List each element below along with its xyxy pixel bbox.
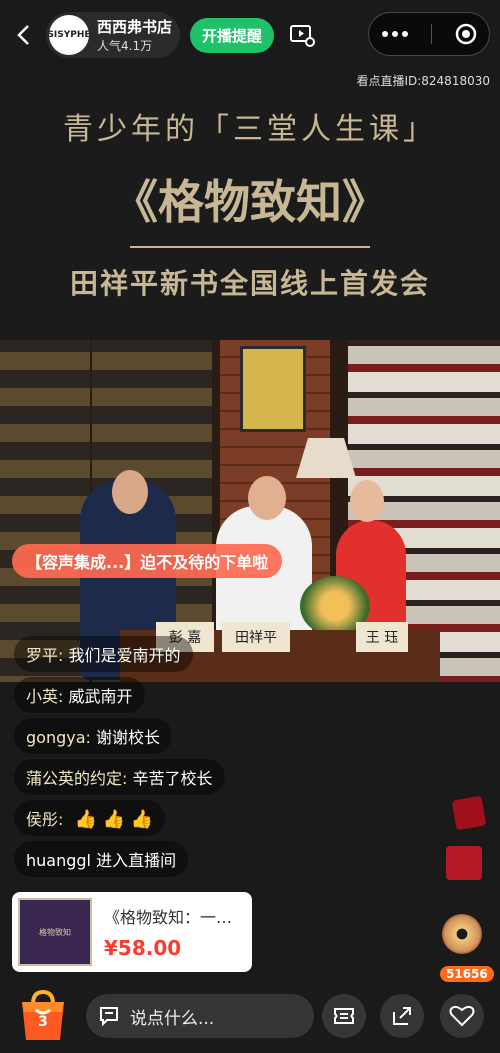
back-arrow-icon	[17, 25, 29, 45]
capsule-divider	[431, 24, 433, 44]
comment-author: 罗平:	[26, 646, 64, 665]
gift-card-icon[interactable]	[446, 846, 482, 880]
share-button[interactable]	[380, 994, 424, 1038]
comment-text: 进入直播间	[96, 851, 177, 870]
live-video[interactable]: 彭 嘉 田祥平 王 珏	[0, 340, 500, 682]
comment-item: gongya: 谢谢校长	[14, 718, 173, 754]
comment-item: 蒲公英的约定: 辛苦了校长	[14, 759, 225, 795]
share-icon	[393, 1007, 411, 1025]
product-cover: 格物致知	[18, 898, 92, 966]
painting	[240, 346, 306, 432]
notify-button[interactable]: 开播提醒	[190, 17, 275, 53]
comment-list: 罗平: 我们是爱南开的 小英: 威武南开 gongya: 谢谢校长 蒲公英的约定…	[14, 636, 314, 882]
mini-program-capsule	[368, 12, 490, 56]
product-card[interactable]: 格物致知 《格物致知：一… ¥58.00	[12, 892, 252, 972]
person-left-head	[112, 470, 148, 514]
comment-text: 辛苦了校长	[132, 769, 213, 788]
product-title: 《格物致知：一…	[104, 908, 233, 927]
banner-line-1: 青少年的「三堂人生课」	[63, 112, 437, 147]
video-list-button[interactable]	[288, 21, 316, 49]
host-card[interactable]: SISYPHE 西西弗书店 人气4.1万	[46, 12, 181, 58]
join-notice: huanggl 进入直播间	[14, 841, 189, 877]
more-icon[interactable]	[380, 29, 410, 39]
person-center-head	[248, 476, 286, 520]
bottom-bar: 3 说点什么...	[0, 986, 500, 1053]
product-info: 《格物致知：一… ¥58.00	[104, 904, 232, 960]
chat-icon	[100, 1007, 118, 1027]
comment-author: gongya:	[26, 728, 91, 747]
product-price: ¥58.00	[104, 936, 182, 960]
nameplate-right: 王 珏	[356, 622, 408, 652]
purchase-promo[interactable]: 【容声集成...】迫不及待的下单啦	[12, 544, 283, 578]
like-button[interactable]	[440, 994, 484, 1038]
host-popularity: 人气4.1万	[97, 39, 153, 53]
host-name: 西西弗书店	[97, 18, 173, 36]
comment-author: 小英:	[26, 687, 64, 706]
comment-input[interactable]: 说点什么...	[86, 994, 314, 1038]
coupon-icon	[334, 1008, 354, 1024]
comment-item: 罗平: 我们是爱南开的	[14, 636, 193, 672]
comment-placeholder: 说点什么...	[130, 1008, 215, 1029]
comment-text: 威武南开	[68, 687, 133, 706]
banner-divider	[130, 246, 370, 248]
host-info: 西西弗书店 人气4.1万	[97, 16, 172, 54]
person-right-head	[350, 480, 384, 522]
comment-author: 侯彤:	[26, 810, 64, 829]
comment-author: huanggl	[26, 851, 91, 870]
cart-count: 3	[38, 1014, 48, 1030]
video-icon	[290, 25, 316, 47]
comment-author: 蒲公英的约定:	[26, 769, 128, 788]
banner-book-title: 《格物致知》	[112, 175, 388, 229]
thumbs-up-icon: 👍 👍 👍	[74, 809, 154, 830]
donut-like-icon[interactable]	[442, 914, 482, 954]
shopping-bag-button[interactable]: 3	[14, 986, 72, 1044]
event-banner: 青少年的「三堂人生课」 《格物致知》 田祥平新书全国线上首发会	[0, 88, 500, 340]
comment-text: 谢谢校长	[96, 728, 161, 747]
heart-icon	[449, 1005, 475, 1027]
like-count: 51656	[440, 966, 494, 982]
comment-text: 我们是爱南开的	[68, 646, 181, 665]
avatar[interactable]: SISYPHE	[49, 15, 89, 55]
comment-item: 小英: 威武南开	[14, 677, 145, 713]
comment-item: 侯彤: 👍 👍 👍	[14, 800, 166, 836]
coupon-button[interactable]	[322, 994, 366, 1038]
back-button[interactable]	[10, 21, 38, 49]
room-id: 看点直播ID:824818030	[356, 74, 490, 88]
close-circle-icon[interactable]	[454, 22, 478, 46]
red-envelope-icon[interactable]	[451, 795, 487, 831]
bookshelf-left	[0, 340, 90, 682]
banner-line-3: 田祥平新书全国线上首发会	[69, 267, 430, 300]
